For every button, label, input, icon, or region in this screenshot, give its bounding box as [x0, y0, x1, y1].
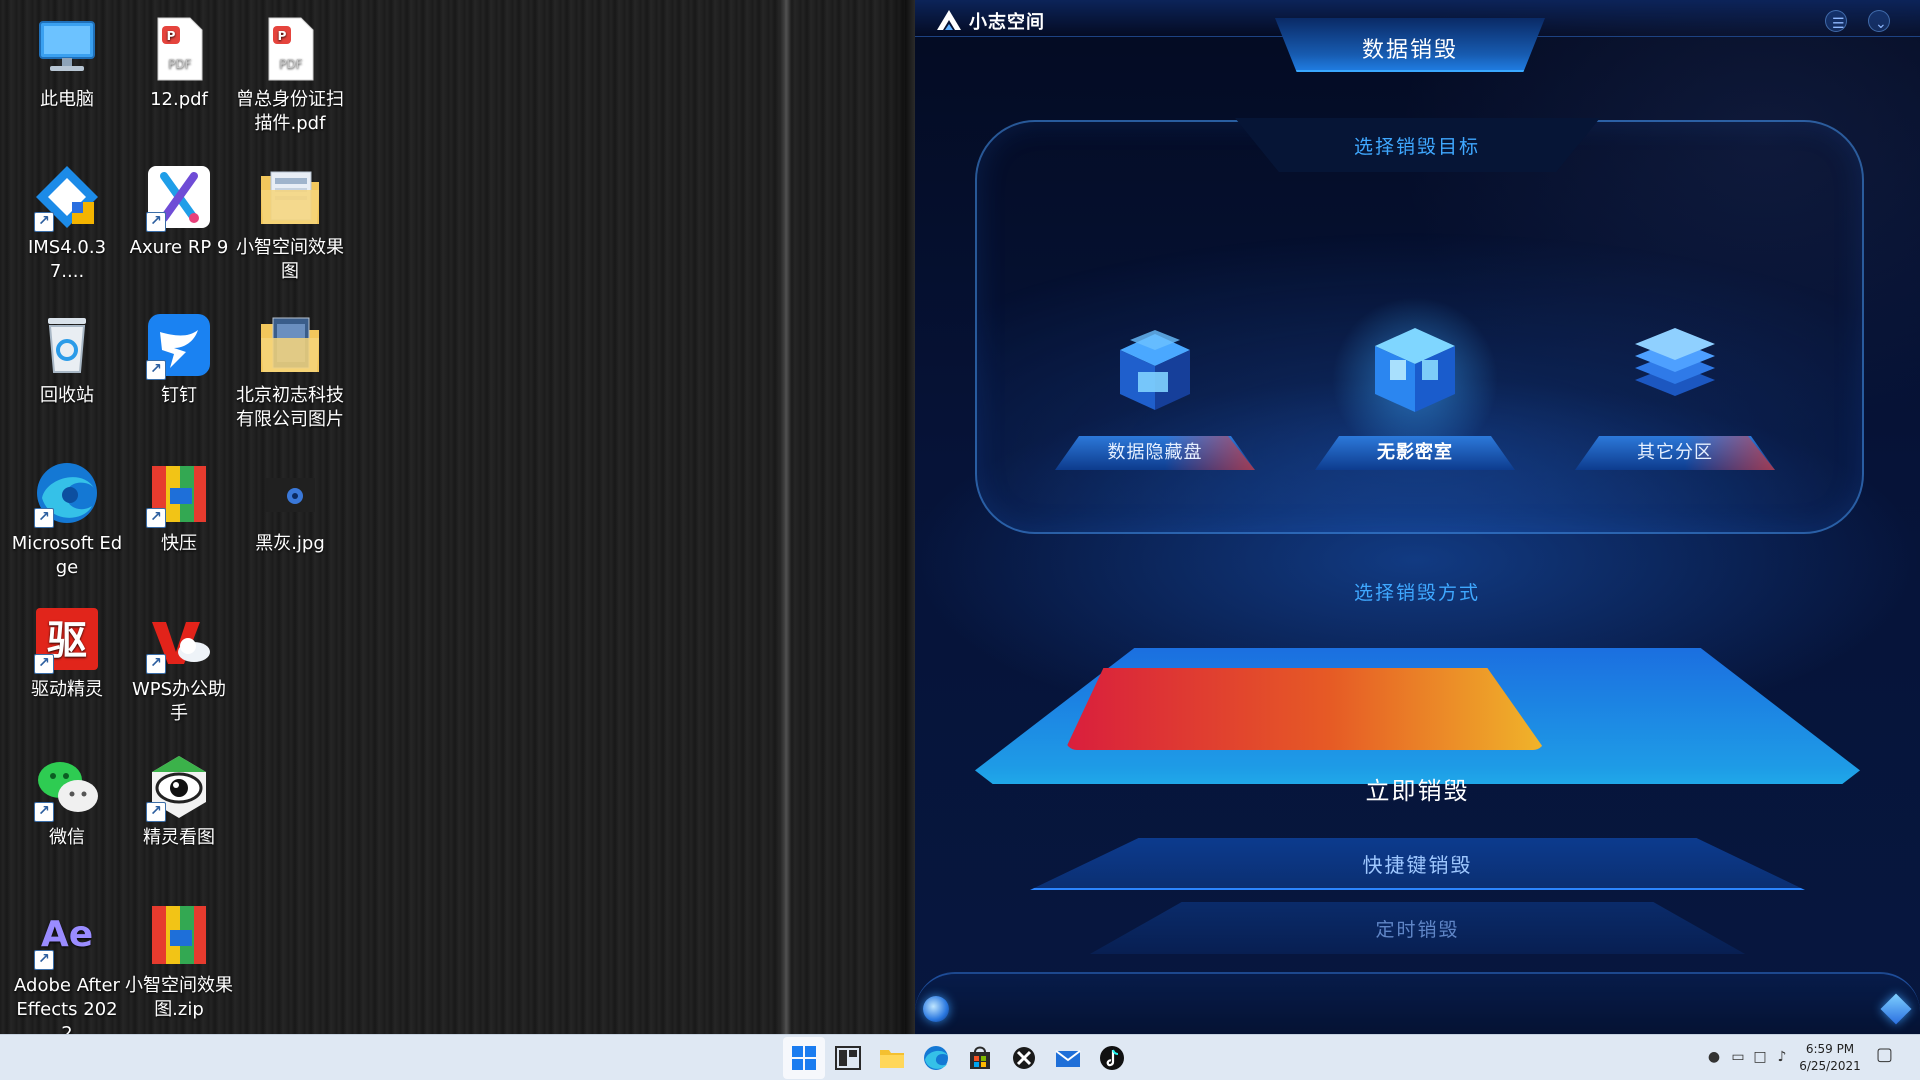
recycle-bin-icon [32, 310, 102, 380]
network-tray-icon[interactable]: □ [1752, 1049, 1768, 1065]
shortcut-arrow-icon: ↗ [146, 212, 166, 232]
file-explorer-icon[interactable] [877, 1043, 907, 1073]
edge-icon: ↗ [32, 458, 102, 528]
desktop-icon-kuaiya[interactable]: ↗ 快压 [123, 458, 235, 556]
start-icon[interactable] [789, 1043, 819, 1073]
taskbar-clock[interactable]: 6:59 PM 6/25/2021 [1790, 1041, 1870, 1075]
ims-app-icon: ↗ [32, 162, 102, 232]
edge-icon[interactable] [921, 1043, 951, 1073]
page-title: 数据销毁 [1361, 38, 1458, 63]
folder-icon [255, 162, 325, 232]
destroy-now-button[interactable]: 立即销毁 [975, 758, 1860, 818]
computer-icon [32, 14, 102, 84]
data-destruction-app-window: 小志空间 ☰ ⌄ 数据销毁 选择销毁目标 数据隐藏盘 无影密室 其它分区 选择销… [915, 0, 1920, 1034]
app-name: 小志空间 [969, 12, 1045, 33]
desktop-icon-zip[interactable]: 小智空间效果图.zip [123, 900, 235, 1022]
svg-text:PDF: PDF [168, 57, 191, 71]
folder-icon [255, 310, 325, 380]
destroy-now-plate [1065, 668, 1545, 750]
partition-layers-icon [1620, 320, 1730, 420]
desktop-divider [905, 0, 915, 1034]
widgets-icon[interactable] [833, 1043, 863, 1073]
axure-icon: ↗ [144, 162, 214, 232]
xbox-icon[interactable] [1009, 1043, 1039, 1073]
wps-icon: ↗ [144, 604, 214, 674]
svg-text:Ae: Ae [41, 914, 93, 955]
desktop-icon-company-folder[interactable]: 北京初志科技有限公司图片 [234, 310, 346, 432]
svg-text:P: P [278, 29, 287, 43]
desktop-icon-wechat[interactable]: ↗ 微信 [11, 752, 123, 850]
shortcut-arrow-icon: ↗ [146, 802, 166, 822]
security-tray-icon[interactable]: ● [1706, 1049, 1722, 1065]
desktop-icon-driver-genius[interactable]: 驱 ↗ 驱动精灵 [11, 604, 123, 702]
image-viewer-icon: ↗ [144, 752, 214, 822]
desktop-icon-ims[interactable]: ↗ IMS4.0.37.... [11, 162, 123, 284]
wechat-icon: ↗ [32, 752, 102, 822]
shortcut-arrow-icon: ↗ [146, 508, 166, 528]
scheduled-destroy-button[interactable]: 定时销毁 [1090, 902, 1745, 954]
taskbar: ● ▭ □ ♪ 6:59 PM 6/25/2021 ▢ [0, 1034, 1920, 1080]
kuaiya-icon: ↗ [144, 458, 214, 528]
desktop-icon-12-pdf[interactable]: P PDF 12.pdf [123, 14, 235, 112]
target-option-shadow-vault[interactable]: 无影密室 [1315, 290, 1515, 470]
desktop-icon-recycle-bin[interactable]: 回收站 [11, 310, 123, 408]
desktop-icon-xiaozhi-folder[interactable]: 小智空间效果图 [234, 162, 346, 284]
zip-archive-icon [144, 900, 214, 970]
shortcut-arrow-icon: ↗ [34, 654, 54, 674]
collapse-button[interactable]: ⌄ [1868, 10, 1890, 32]
target-option-other-partition[interactable]: 其它分区 [1575, 310, 1775, 470]
shortcut-arrow-icon: ↗ [34, 508, 54, 528]
desktop-icon-this-pc[interactable]: 此电脑 [11, 14, 123, 112]
shortcut-arrow-icon: ↗ [146, 654, 166, 674]
app-bottom-frame [915, 972, 1920, 1034]
hidden-disk-icon [1100, 320, 1210, 420]
tiktok-icon[interactable] [1097, 1043, 1127, 1073]
desktop-icon-id-scan-pdf[interactable]: P PDF 曾总身份证扫描件.pdf [234, 14, 346, 136]
battery-tray-icon[interactable]: ▭ [1730, 1049, 1746, 1065]
notification-icon[interactable]: ▢ [1876, 1046, 1893, 1064]
shortcut-arrow-icon: ↗ [34, 950, 54, 970]
desktop-icon-heihui-jpg[interactable]: 黑灰.jpg [234, 458, 346, 556]
clock-time: 6:59 PM [1805, 1042, 1855, 1056]
target-option-hidden-disk[interactable]: 数据隐藏盘 [1055, 310, 1255, 470]
desktop-icon-edge[interactable]: ↗ Microsoft Edge [11, 458, 123, 580]
svg-text:P: P [167, 29, 176, 43]
mail-icon[interactable] [1053, 1043, 1083, 1073]
after-effects-icon: Ae ↗ [32, 900, 102, 970]
shadow-vault-icon [1360, 320, 1470, 420]
pdf-file-icon: P PDF [255, 14, 325, 84]
pdf-file-icon: P PDF [144, 14, 214, 84]
screen: 此电脑 ↗ IMS4.0.37.... 回收站 ↗ Microsoft Edge… [0, 0, 1920, 1080]
store-icon[interactable] [965, 1043, 995, 1073]
desktop-icon-wps[interactable]: ↗ WPS办公助手 [123, 604, 235, 726]
menu-button[interactable]: ☰ [1825, 10, 1847, 32]
shortcut-arrow-icon: ↗ [34, 802, 54, 822]
volume-tray-icon[interactable]: ♪ [1774, 1049, 1790, 1065]
hotkey-destroy-button[interactable]: 快捷键销毁 [1030, 838, 1805, 890]
method-section-title: 选择销毁方式 [1353, 582, 1480, 604]
shortcut-arrow-icon: ↗ [146, 360, 166, 380]
target-section-title: 选择销毁目标 [1353, 136, 1480, 158]
shortcut-arrow-icon: ↗ [34, 212, 54, 232]
image-file-icon [255, 458, 325, 528]
desktop-icon-axure[interactable]: ↗ Axure RP 9 [123, 162, 235, 260]
clock-date: 6/25/2021 [1799, 1059, 1861, 1073]
svg-text:PDF: PDF [279, 57, 302, 71]
desktop-icon-dingtalk[interactable]: ↗ 钉钉 [123, 310, 235, 408]
desktop-icon-after-effects[interactable]: Ae ↗ Adobe After Effects 2022 [11, 900, 123, 1046]
dingtalk-icon: ↗ [144, 310, 214, 380]
app-logo-icon [935, 8, 963, 32]
driver-genius-icon: 驱 ↗ [32, 604, 102, 674]
desktop-icon-image-viewer[interactable]: ↗ 精灵看图 [123, 752, 235, 850]
orb-icon[interactable] [923, 996, 949, 1022]
